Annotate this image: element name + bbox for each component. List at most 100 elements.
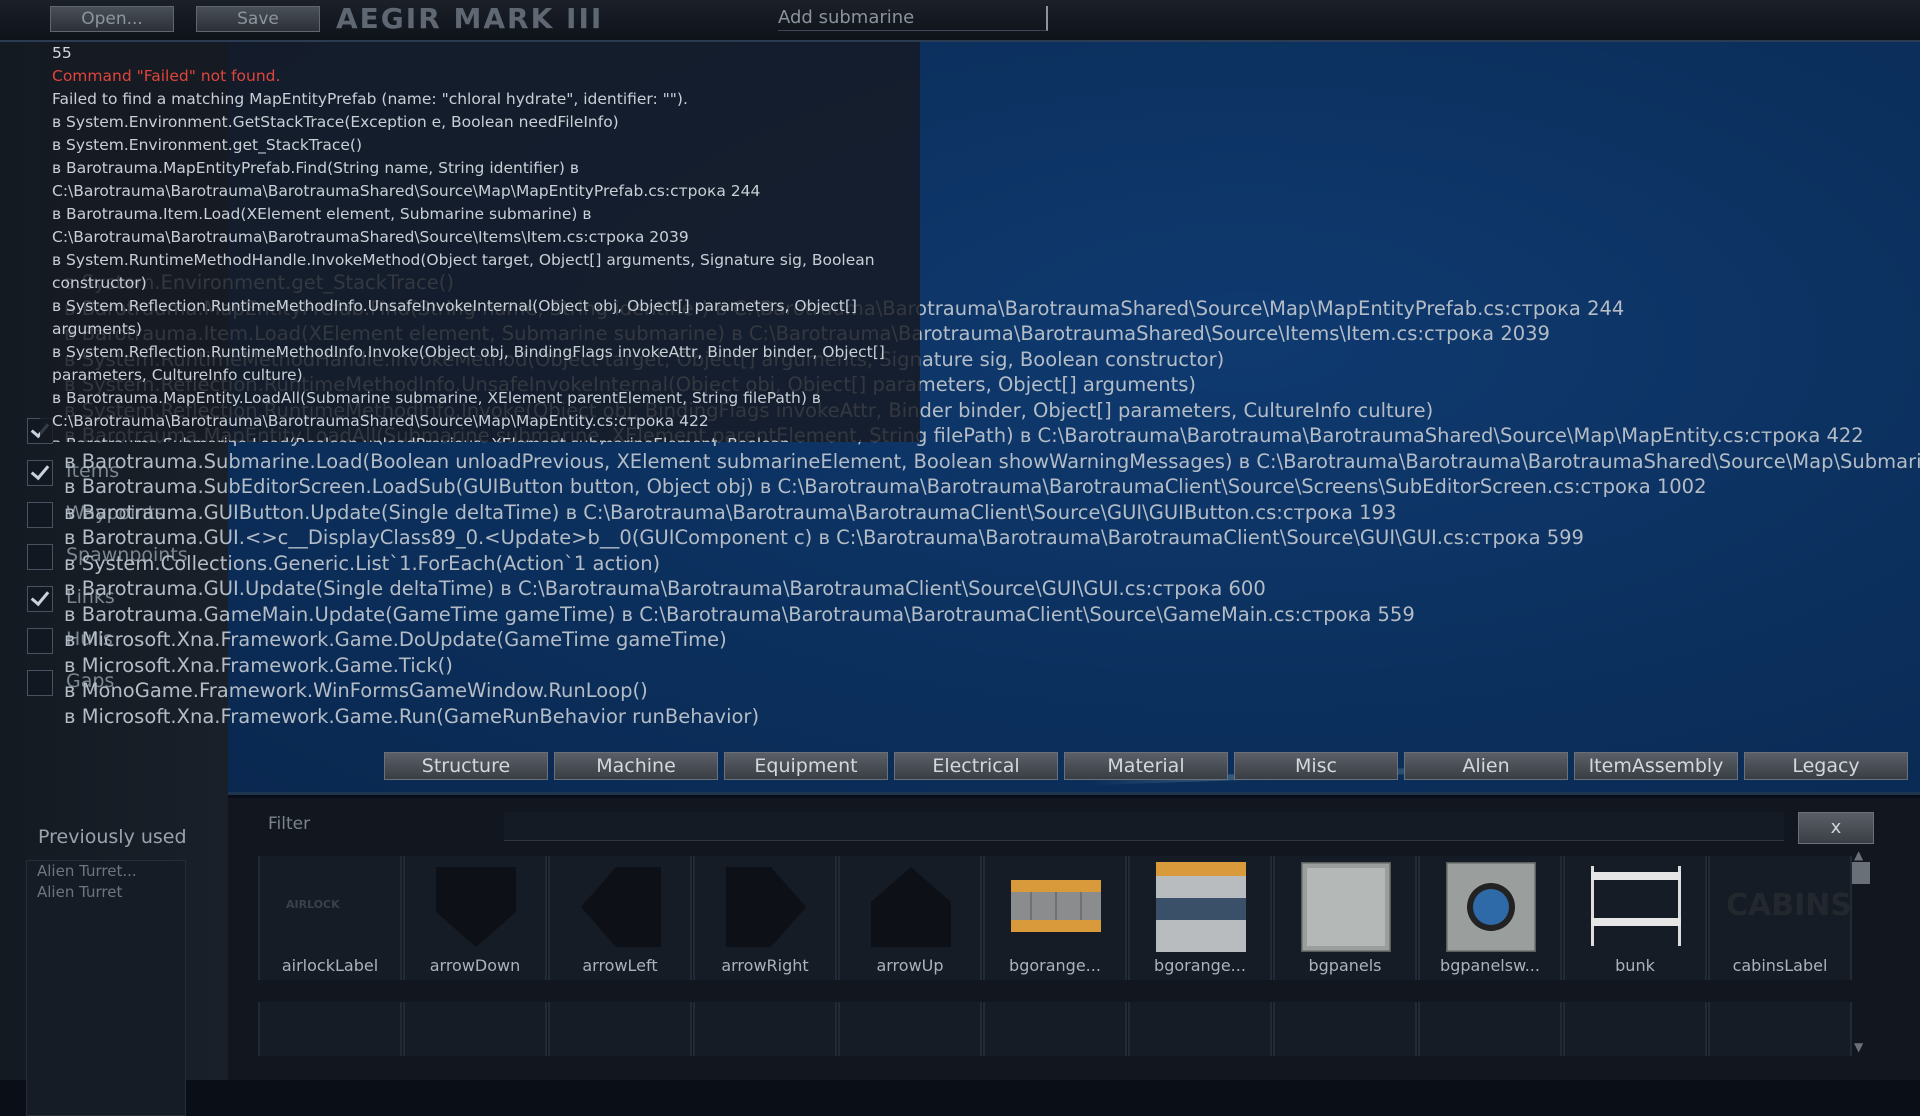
- submarine-name: AEGIR MARK III: [336, 2, 604, 35]
- item-card[interactable]: [1273, 1002, 1417, 1056]
- item-grid-scrollbar[interactable]: ▲ ▼: [1852, 848, 1870, 1054]
- console-line: в Barotrauma.MapEntity.LoadAll(Submarine…: [52, 389, 821, 407]
- console-line: arguments): [52, 320, 142, 338]
- filter-label: Filter: [268, 814, 311, 834]
- item-card[interactable]: arrowLeft: [548, 856, 692, 980]
- console-line: C:\Barotrauma\Barotrauma\BarotraumaShare…: [52, 412, 709, 430]
- tab-electrical[interactable]: Electrical: [894, 752, 1058, 780]
- item-card-label: bgorange...: [1009, 956, 1101, 975]
- item-card-label: bgpanelsw...: [1440, 956, 1540, 975]
- tab-alien[interactable]: Alien: [1404, 752, 1568, 780]
- item-card[interactable]: [548, 1002, 692, 1056]
- item-card[interactable]: [1563, 1002, 1707, 1056]
- tab-equipment[interactable]: Equipment: [724, 752, 888, 780]
- item-card-label: bgpanels: [1308, 956, 1382, 975]
- save-button[interactable]: Save: [196, 6, 320, 32]
- stack-trace-line: в Barotrauma.Program.Main() в C:\Barotra…: [64, 729, 1920, 730]
- stack-trace-line: в System.Collections.Generic.List`1.ForE…: [64, 551, 661, 575]
- add-submarine-input[interactable]: Add submarine: [778, 6, 1048, 31]
- layer-checkbox[interactable]: [27, 460, 53, 486]
- layer-checkbox[interactable]: [27, 670, 53, 696]
- item-card[interactable]: [1708, 1002, 1852, 1056]
- debug-console[interactable]: 55 Command "Failed" not found. Failed to f…: [40, 42, 920, 442]
- tab-misc[interactable]: Misc: [1234, 752, 1398, 780]
- filter-input[interactable]: [504, 812, 1784, 841]
- item-card-label: airlockLabel: [281, 956, 379, 975]
- item-card-label: arrowLeft: [582, 956, 658, 975]
- item-card[interactable]: CABINS cabinsLabel: [1708, 856, 1852, 980]
- item-card[interactable]: bgpanels: [1273, 856, 1417, 980]
- item-card[interactable]: bgorange...: [983, 856, 1127, 980]
- stack-trace-line: в Barotrauma.GUIButton.Update(Single del…: [64, 500, 1397, 524]
- bg-panels-window-icon: [1444, 860, 1538, 954]
- layer-checkbox[interactable]: [27, 502, 53, 528]
- console-line: в System.Reflection.RuntimeMethodInfo.In…: [52, 343, 885, 361]
- tab-legacy[interactable]: Legacy: [1744, 752, 1908, 780]
- stack-trace-line: в Barotrauma.GUI.<>c__DisplayClass89_0.<…: [64, 526, 1584, 549]
- previously-used-list: Alien Turret... Alien Turret: [26, 860, 186, 1116]
- item-card[interactable]: arrowUp: [838, 856, 982, 980]
- item-card-label: arrowRight: [721, 956, 809, 975]
- stack-trace-line: в MonoGame.Framework.WinFormsGameWindow.…: [64, 679, 648, 702]
- bg-orange-panel-2-icon: [1156, 862, 1246, 952]
- airlock-label-icon: AIRLOCK: [286, 862, 376, 952]
- top-bar: Open... Save AEGIR MARK III Add submarin…: [0, 0, 1920, 42]
- stack-trace-line: в Microsoft.Xna.Framework.Game.Run(GameR…: [64, 704, 760, 728]
- tab-machine[interactable]: Machine: [554, 752, 718, 780]
- stack-trace-line: в Microsoft.Xna.Framework.Game.Tick(): [64, 653, 453, 677]
- tab-itemassembly[interactable]: ItemAssembly: [1574, 752, 1738, 780]
- console-line: в Barotrauma.Item.Load(XElement element,…: [52, 205, 592, 223]
- tab-structure[interactable]: Structure: [384, 752, 548, 780]
- category-tabs: Structure Machine Equipment Electrical Mater…: [384, 752, 1920, 780]
- bunk-icon: [1591, 862, 1681, 952]
- previously-used-title: Previously used: [38, 826, 187, 848]
- item-card-label: cabinsLabel: [1732, 956, 1828, 975]
- stack-trace-line: в Barotrauma.GameMain.Update(GameTime ga…: [64, 602, 1415, 626]
- console-line: в System.Environment.GetStackTrace(Excep…: [52, 113, 619, 131]
- item-card[interactable]: bgorange...: [1128, 856, 1272, 980]
- item-grid: AIRLOCK airlockLabel arrowDown arrowLeft arr…: [258, 856, 1852, 1056]
- scrollbar-thumb[interactable]: [1852, 862, 1870, 884]
- item-card[interactable]: [983, 1002, 1127, 1056]
- console-line: в Barotrauma.MapEntityPrefab.Find(String…: [52, 159, 579, 177]
- item-card[interactable]: [1418, 1002, 1562, 1056]
- item-card[interactable]: arrowRight: [693, 856, 837, 980]
- layer-checkbox[interactable]: [27, 544, 53, 570]
- item-card[interactable]: [838, 1002, 982, 1056]
- stack-trace-line: в Barotrauma.Submarine.Load(Boolean unlo…: [64, 449, 1920, 473]
- item-card[interactable]: [693, 1002, 837, 1056]
- item-card-label: bgorange...: [1154, 956, 1246, 975]
- arrow-left-icon: [576, 862, 666, 952]
- stack-trace-line: в Barotrauma.SubEditorScreen.LoadSub(GUI…: [64, 475, 1707, 498]
- arrow-right-icon: [721, 862, 811, 952]
- item-card-label: bunk: [1615, 956, 1655, 975]
- item-card[interactable]: bgpanelsw...: [1418, 856, 1562, 980]
- layer-checkbox[interactable]: [27, 586, 53, 612]
- item-card[interactable]: bunk: [1563, 856, 1707, 980]
- console-line: в System.RuntimeMethodHandle.InvokeMetho…: [52, 251, 875, 269]
- scroll-down-icon[interactable]: ▼: [1854, 1040, 1863, 1054]
- console-line: 55: [52, 44, 72, 62]
- console-line: в Barotrauma.Submarine.Load(Boolean unlo…: [52, 433, 914, 442]
- layer-checkbox[interactable]: [27, 628, 53, 654]
- item-card[interactable]: AIRLOCK airlockLabel: [258, 856, 402, 980]
- arrow-up-icon: [866, 862, 956, 952]
- item-card[interactable]: [1128, 1002, 1272, 1056]
- console-line: Command "Failed" not found.: [52, 67, 281, 85]
- item-card[interactable]: [258, 1002, 402, 1056]
- console-line: C:\Barotrauma\Barotrauma\BarotraumaShare…: [52, 228, 689, 246]
- tab-material[interactable]: Material: [1064, 752, 1228, 780]
- stack-trace-line: в Microsoft.Xna.Framework.Game.DoUpdate(…: [64, 628, 727, 651]
- bg-panels-icon: [1299, 860, 1393, 954]
- scroll-up-icon[interactable]: ▲: [1854, 848, 1863, 862]
- item-card[interactable]: [403, 1002, 547, 1056]
- previously-used-item[interactable]: Alien Turret: [27, 882, 185, 903]
- arrow-down-icon: [431, 862, 521, 952]
- item-card-label: arrowUp: [876, 956, 944, 975]
- clear-filter-button[interactable]: x: [1798, 812, 1874, 844]
- item-card[interactable]: arrowDown: [403, 856, 547, 980]
- console-line: в System.Environment.get_StackTrace(): [52, 136, 363, 154]
- open-button[interactable]: Open...: [50, 6, 174, 32]
- previously-used-item[interactable]: Alien Turret...: [27, 861, 185, 882]
- cabins-label-text: CABINS: [1726, 888, 1852, 923]
